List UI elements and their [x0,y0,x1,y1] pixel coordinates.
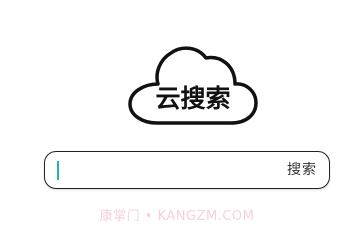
cloud-logo-icon: 云搜索 [128,46,258,125]
cloud-logo: 云搜索 [127,43,259,127]
logo-text: 云搜索 [155,84,230,113]
search-input[interactable] [59,156,269,184]
search-button[interactable]: 搜索 [287,159,317,181]
search-bar: 搜索 [44,151,330,189]
search-page: 云搜索 搜索 康掌门 • KANGZM.COM [0,0,347,242]
watermark: 康掌门 • KANGZM.COM [99,209,255,224]
